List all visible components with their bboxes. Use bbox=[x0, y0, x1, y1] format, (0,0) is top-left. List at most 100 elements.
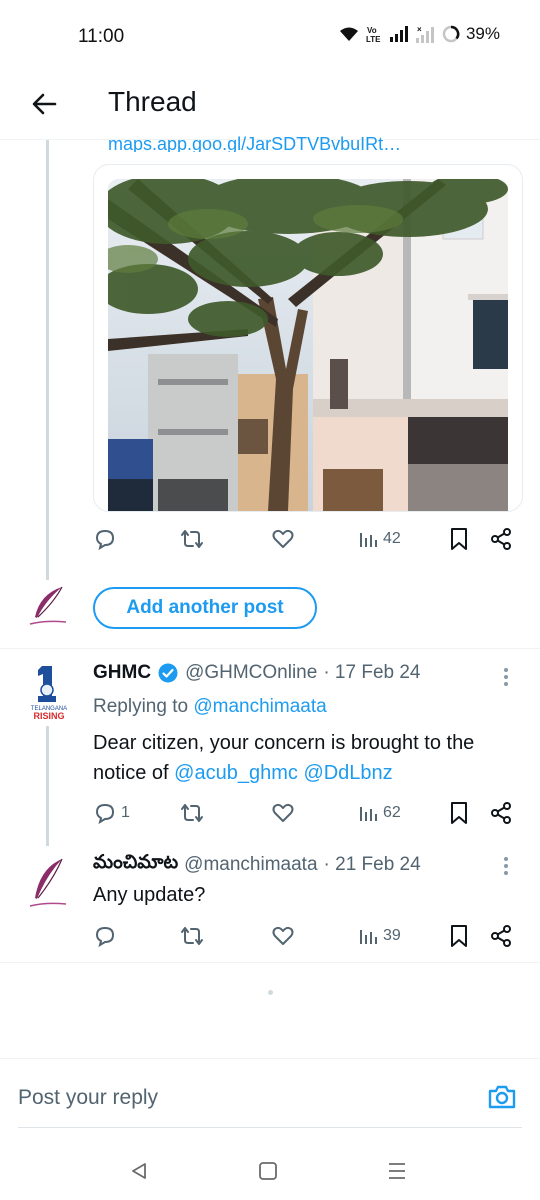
nav-home-button[interactable] bbox=[253, 1156, 283, 1186]
header: Thread bbox=[0, 72, 540, 140]
author-name[interactable]: GHMC bbox=[93, 662, 151, 684]
views-icon bbox=[360, 533, 377, 547]
home-square-icon bbox=[259, 1162, 277, 1180]
volte-icon: Vo LTE bbox=[366, 26, 381, 44]
verified-badge-icon bbox=[158, 663, 178, 683]
mention-ddlbnz[interactable]: @DdLbnz bbox=[303, 762, 392, 784]
signal-icon bbox=[389, 26, 408, 42]
reply-count: 1 bbox=[121, 804, 130, 821]
add-another-post-button[interactable]: Add another post bbox=[93, 587, 317, 629]
post-actions: 39 bbox=[93, 921, 523, 951]
heart-icon bbox=[272, 926, 294, 945]
post-actions: 42 bbox=[93, 524, 523, 554]
reply-button[interactable] bbox=[93, 921, 117, 951]
telangana-rising-logo-icon: TELANGANA RISING bbox=[31, 666, 67, 721]
views-icon bbox=[360, 807, 377, 821]
views-icon bbox=[360, 930, 377, 944]
heart-icon bbox=[272, 803, 294, 822]
recents-menu-icon bbox=[389, 1163, 405, 1179]
heart-icon bbox=[272, 529, 294, 548]
views-button[interactable]: 39 bbox=[359, 921, 401, 951]
thread-line bbox=[46, 726, 49, 846]
composer-underline bbox=[18, 1127, 522, 1128]
like-button[interactable] bbox=[271, 921, 295, 951]
bookmark-icon bbox=[451, 925, 467, 947]
mention-acub[interactable]: @acub_ghmc bbox=[174, 762, 298, 784]
svg-text:LTE: LTE bbox=[366, 35, 381, 44]
post-text: Any update? bbox=[93, 884, 206, 906]
divider bbox=[0, 962, 540, 963]
reply-icon bbox=[95, 529, 115, 551]
like-button[interactable] bbox=[271, 798, 295, 828]
post-header: GHMC @GHMCOnline · 17 Feb 24 bbox=[93, 662, 421, 684]
more-options-button[interactable] bbox=[496, 665, 516, 689]
ghmc-avatar[interactable]: TELANGANA RISING bbox=[26, 662, 72, 722]
back-triangle-icon bbox=[132, 1163, 146, 1179]
link-preview[interactable]: maps.app.goo.gl/JarSDTVBvbuIRt… bbox=[108, 132, 401, 152]
back-arrow-icon bbox=[32, 93, 57, 115]
svg-text:×: × bbox=[417, 25, 422, 34]
bookmark-button[interactable] bbox=[449, 921, 469, 951]
repost-button[interactable] bbox=[179, 524, 205, 554]
views-count: 39 bbox=[383, 927, 401, 944]
reply-icon bbox=[95, 803, 115, 825]
page-title: Thread bbox=[108, 86, 197, 117]
post-actions: 1 62 bbox=[93, 798, 523, 828]
repost-button[interactable] bbox=[179, 798, 205, 828]
share-button[interactable] bbox=[489, 798, 513, 828]
post-text: Dear citizen, your concern is brought to… bbox=[93, 732, 475, 784]
post-header: మంచిమాట @manchimaata · 21 Feb 24 bbox=[93, 851, 421, 878]
like-button[interactable] bbox=[271, 524, 295, 554]
nav-back-button[interactable] bbox=[124, 1156, 154, 1186]
system-nav-bar bbox=[0, 1140, 540, 1200]
views-count: 62 bbox=[383, 804, 401, 821]
post-date: · 17 Feb 24 bbox=[323, 662, 421, 683]
user-avatar-quill[interactable] bbox=[26, 584, 70, 628]
author-handle[interactable]: @GHMCOnline bbox=[185, 662, 317, 684]
views-button[interactable]: 42 bbox=[359, 524, 401, 554]
svg-text:Vo: Vo bbox=[367, 26, 377, 35]
replying-to-handle[interactable]: @manchimaata bbox=[193, 696, 326, 717]
views-button[interactable]: 62 bbox=[359, 798, 401, 828]
author-name[interactable]: మంచిమాట bbox=[93, 851, 178, 878]
wifi-icon bbox=[339, 27, 358, 41]
thread-line bbox=[46, 140, 49, 580]
signal-no-sim-icon: × bbox=[415, 25, 434, 43]
post-photo[interactable] bbox=[108, 179, 508, 511]
share-button[interactable] bbox=[489, 524, 513, 554]
bookmark-icon bbox=[451, 802, 467, 824]
reply-composer[interactable]: Post your reply bbox=[0, 1058, 540, 1128]
quill-logo-icon bbox=[29, 586, 67, 625]
repost-icon bbox=[181, 804, 203, 822]
reply-input[interactable]: Post your reply bbox=[18, 1086, 158, 1110]
repost-icon bbox=[181, 927, 203, 945]
status-bar: 11:00 Vo LTE × 39% bbox=[0, 0, 540, 72]
camera-button[interactable] bbox=[486, 1081, 518, 1113]
bookmark-button[interactable] bbox=[449, 524, 469, 554]
bookmark-button[interactable] bbox=[449, 798, 469, 828]
quill-logo-icon bbox=[29, 858, 67, 907]
reply-button[interactable]: 1 bbox=[93, 798, 130, 828]
share-icon bbox=[491, 528, 511, 550]
status-icons: Vo LTE × 39% bbox=[338, 24, 500, 44]
battery-icon bbox=[442, 25, 460, 43]
svg-text:RISING: RISING bbox=[33, 711, 64, 721]
reply-button[interactable] bbox=[93, 524, 117, 554]
manchimaata-avatar[interactable] bbox=[26, 856, 70, 907]
photo-image bbox=[108, 179, 508, 511]
more-options-button[interactable] bbox=[496, 854, 516, 878]
back-button[interactable] bbox=[24, 84, 64, 124]
loading-indicator bbox=[268, 990, 273, 995]
share-icon bbox=[491, 802, 511, 824]
bookmark-icon bbox=[451, 528, 467, 550]
repost-button[interactable] bbox=[179, 921, 205, 951]
camera-icon bbox=[488, 1085, 516, 1109]
share-icon bbox=[491, 925, 511, 947]
repost-icon bbox=[181, 530, 203, 548]
nav-recents-button[interactable] bbox=[382, 1156, 412, 1186]
post-date: · 21 Feb 24 bbox=[323, 853, 421, 875]
author-handle[interactable]: @manchimaata bbox=[184, 854, 317, 876]
status-time: 11:00 bbox=[78, 26, 125, 47]
media-card[interactable] bbox=[93, 164, 523, 512]
share-button[interactable] bbox=[489, 921, 513, 951]
